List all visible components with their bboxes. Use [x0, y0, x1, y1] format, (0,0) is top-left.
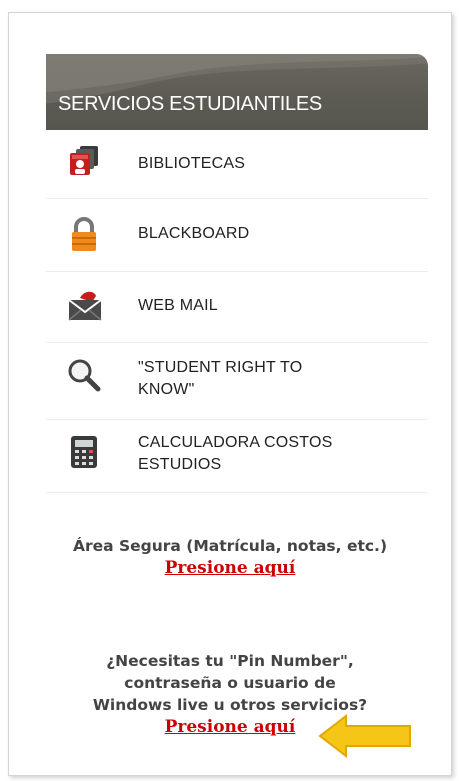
menu-item-label: WEB MAIL: [138, 297, 218, 314]
menu-item-label: BLACKBOARD: [138, 225, 250, 242]
menu-item-web-mail[interactable]: WEB MAIL: [46, 272, 428, 343]
secure-area-section: Área Segura (Matrícula, notas, etc.) Pre…: [0, 535, 460, 579]
secure-area-text: Área Segura (Matrícula, notas, etc.): [72, 537, 388, 555]
calculator-icon: [66, 434, 102, 470]
menu-item-label: BIBLIOTECAS: [138, 155, 246, 172]
panel-header: SERVICIOS ESTUDIANTILES: [46, 54, 428, 130]
student-services-panel: SERVICIOS ESTUDIANTILES BIBLIOTECAS BLAC…: [46, 54, 428, 493]
menu-item-calculadora[interactable]: CALCULADORA COSTOS ESTUDIOS: [46, 420, 428, 493]
mail-icon: [66, 288, 102, 324]
pin-help-line-1: ¿Necesitas tu "Pin Number",: [106, 652, 354, 670]
secure-area-link[interactable]: Presione aquí: [165, 558, 296, 578]
menu-item-bibliotecas[interactable]: BIBLIOTECAS: [46, 130, 428, 199]
menu-item-student-right-to-know[interactable]: "STUDENT RIGHT TO KNOW": [46, 343, 428, 420]
magnifier-icon: [66, 357, 102, 393]
pin-help-link[interactable]: Presione aquí: [165, 717, 296, 737]
menu-item-label: "STUDENT RIGHT TO KNOW": [138, 359, 303, 398]
services-menu: BIBLIOTECAS BLACKBOARD WEB MAIL "STUDENT…: [46, 130, 428, 493]
library-icon: [66, 144, 102, 180]
menu-item-label: CALCULADORA COSTOS ESTUDIOS: [138, 434, 333, 473]
lock-icon: [66, 217, 102, 253]
panel-title: SERVICIOS ESTUDIANTILES: [58, 93, 322, 115]
pin-help-line-2: contraseña o usuario de: [124, 674, 336, 692]
left-arrow-icon: [318, 713, 411, 759]
menu-item-blackboard[interactable]: BLACKBOARD: [46, 199, 428, 272]
